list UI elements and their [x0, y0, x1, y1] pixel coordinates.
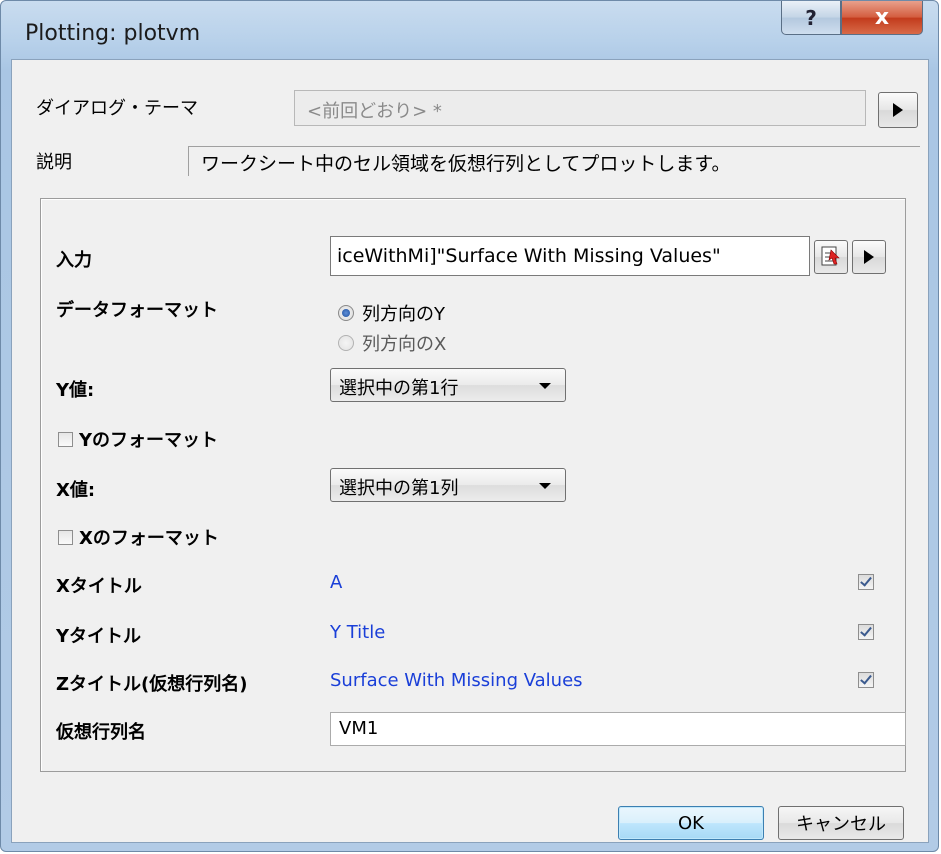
vm-name-input[interactable]: VM1	[330, 712, 906, 746]
vm-name-label: 仮想行列名	[56, 722, 146, 743]
radio-button[interactable]	[338, 335, 354, 351]
y-title-checkbox[interactable]	[858, 624, 874, 640]
radio-label: 列方向のX	[362, 334, 447, 355]
checkbox-label: Yのフォーマット	[79, 430, 219, 451]
close-icon: x	[874, 5, 890, 30]
y-title-label: Yタイトル	[56, 626, 142, 647]
x-title-value[interactable]: A	[330, 572, 342, 593]
x-title-label: Xタイトル	[56, 576, 142, 597]
y-values-dropdown[interactable]: 選択中の第1行	[330, 368, 566, 402]
z-title-value[interactable]: Surface With Missing Values	[330, 670, 583, 691]
dropdown-value: 選択中の第1列	[339, 478, 459, 499]
arrow-right-icon	[864, 250, 874, 264]
input-label: 入力	[56, 250, 92, 271]
z-title-checkbox[interactable]	[858, 672, 874, 688]
y-format-checkbox[interactable]	[58, 431, 73, 447]
window-title: Plotting: plotvm	[25, 21, 201, 46]
x-title-checkbox[interactable]	[858, 574, 874, 590]
data-format-label: データフォーマット	[56, 300, 218, 321]
close-button[interactable]: x	[841, 1, 923, 35]
y-values-label: Y値:	[56, 380, 95, 401]
arrow-right-icon	[893, 103, 903, 117]
x-values-dropdown[interactable]: 選択中の第1列	[330, 468, 566, 502]
x-format-checkbox[interactable]	[58, 529, 73, 545]
description-text: ワークシート中のセル領域を仮想行列としてプロットします。	[188, 146, 920, 176]
chevron-down-icon	[539, 483, 551, 489]
dropdown-value: 選択中の第1行	[339, 378, 459, 399]
y-title-value[interactable]: Y Title	[330, 622, 385, 643]
title-bar[interactable]: Plotting: plotvm ? x	[1, 1, 938, 59]
radio-y-in-columns[interactable]: 列方向のY	[338, 300, 445, 326]
theme-menu-button[interactable]	[878, 92, 918, 128]
input-menu-button[interactable]	[852, 240, 886, 274]
theme-label: ダイアログ・テーマ	[36, 98, 198, 119]
description-label: 説明	[36, 152, 72, 173]
y-format-checkbox-row[interactable]: Yのフォーマット	[58, 426, 218, 452]
chevron-down-icon	[539, 383, 551, 389]
help-button[interactable]: ?	[781, 1, 841, 35]
cancel-button[interactable]: キャンセル	[778, 806, 904, 840]
x-format-checkbox-row[interactable]: Xのフォーマット	[58, 524, 219, 550]
dialog-body: ダイアログ・テーマ <前回どおり> * 説明 ワークシート中のセル領域を仮想行列…	[11, 59, 929, 843]
radio-x-in-columns[interactable]: 列方向のX	[338, 330, 446, 356]
x-values-label: X値:	[56, 480, 96, 501]
radio-label: 列方向のY	[362, 304, 445, 325]
input-field[interactable]: iceWithMi]"Surface With Missing Values"	[330, 236, 810, 276]
select-range-button[interactable]	[814, 240, 848, 274]
checkbox-label: Xのフォーマット	[79, 528, 219, 549]
dialog-window: Plotting: plotvm ? x ダイアログ・テーマ <前回どおり> *…	[0, 0, 939, 852]
theme-select[interactable]: <前回どおり> *	[294, 90, 866, 126]
help-icon: ?	[805, 5, 817, 30]
radio-button-selected[interactable]	[338, 305, 354, 321]
z-title-label: Zタイトル(仮想行列名)	[56, 674, 248, 695]
range-select-icon	[821, 246, 840, 266]
ok-button[interactable]: OK	[618, 806, 764, 840]
